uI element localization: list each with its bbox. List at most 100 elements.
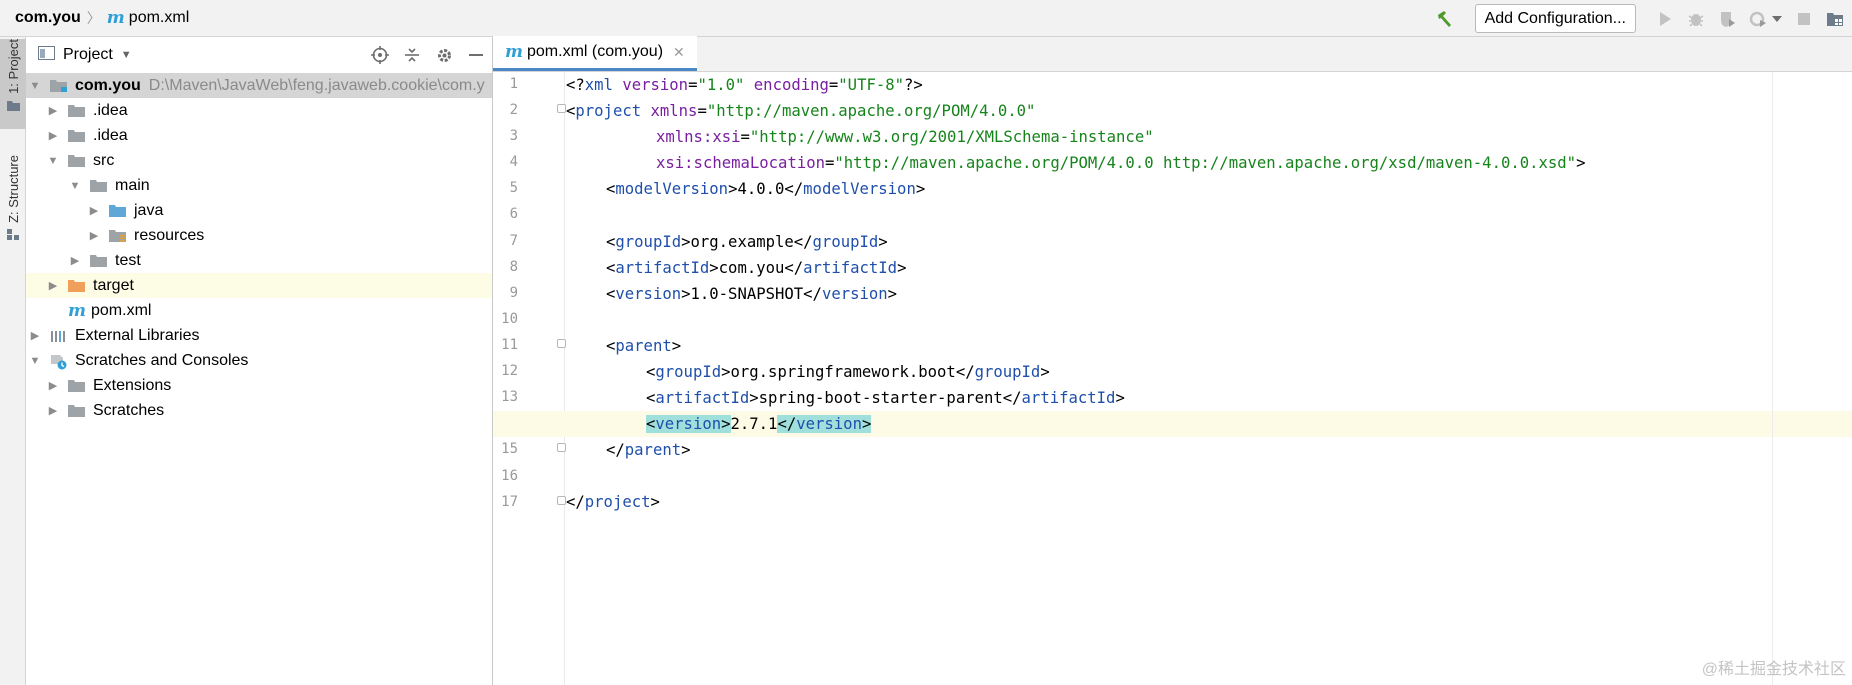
tree-item-label: Extensions [93, 376, 172, 394]
tree-item-resources[interactable]: ▶ resources [26, 223, 492, 248]
collapse-all-icon[interactable] [402, 45, 422, 65]
tree-item-pom-xml[interactable]: m pom.xml [26, 298, 492, 323]
line-number: 5 [509, 180, 518, 196]
code-area[interactable]: <?xml version="1.0" encoding="UTF-8"?> <… [493, 72, 1852, 685]
tree-item-label: pom.xml [91, 301, 152, 319]
collapsed-arrow-icon[interactable]: ▶ [46, 279, 60, 292]
code-line-9: <version>1.0-SNAPSHOT</version> [606, 285, 898, 303]
tree-item-extensions[interactable]: ▶ Extensions [26, 373, 492, 398]
tree-item-label: src [93, 151, 115, 169]
collapsed-arrow-icon[interactable]: ▶ [87, 229, 101, 242]
code-line-15: </parent> [606, 441, 691, 459]
structure-tool-tab-label: Z: Structure [5, 155, 21, 223]
tree-root-com-you[interactable]: ▼ com.you D:\Maven\JavaWeb\feng.javaweb.… [26, 73, 492, 98]
tree-item-idea[interactable]: ▶ .idea [26, 123, 492, 148]
tree-item-target[interactable]: ▶ target [26, 273, 492, 298]
tree-item-main[interactable]: ▼ main [26, 173, 492, 198]
code-line-5: <modelVersion>4.0.0</modelVersion> [606, 180, 926, 198]
line-number: 9 [509, 285, 518, 301]
expanded-arrow-icon[interactable]: ▼ [46, 155, 60, 167]
more-run-options-chevron-down-icon[interactable] [1772, 10, 1782, 28]
collapsed-arrow-icon[interactable]: ▶ [46, 129, 60, 142]
run-toolbar: Add Configuration... [1435, 0, 1852, 37]
collapsed-arrow-icon[interactable]: ▶ [46, 404, 60, 417]
profile-icon[interactable] [1749, 10, 1767, 28]
source-folder-icon [109, 204, 127, 218]
right-margin-guide [1772, 72, 1773, 685]
build-hammer-icon[interactable] [1435, 9, 1455, 29]
tree-item-external-libraries[interactable]: ▶ External Libraries [26, 323, 492, 348]
structure-icon [6, 227, 20, 240]
chevron-down-icon[interactable]: ▼ [121, 49, 132, 61]
tree-item-label: .idea [93, 101, 128, 119]
fold-end-marker-icon[interactable] [557, 496, 566, 505]
project-tool-tab[interactable]: 1: Project [0, 39, 26, 129]
tree-item-scratches[interactable]: ▶ Scratches [26, 398, 492, 423]
fold-end-marker-icon[interactable] [557, 443, 566, 452]
code-line-13: <artifactId>spring-boot-starter-parent</… [646, 389, 1125, 407]
project-structure-icon[interactable] [1826, 10, 1844, 28]
line-number: 10 [501, 311, 518, 327]
code-line-7: <groupId>org.example</groupId> [606, 233, 888, 251]
module-folder-icon [50, 79, 68, 93]
collapsed-arrow-icon[interactable]: ▶ [68, 254, 82, 267]
tree-item-label: target [93, 276, 134, 294]
minimize-icon[interactable] [466, 45, 486, 65]
code-line-1: <?xml version="1.0" encoding="UTF-8"?> [566, 76, 923, 94]
tree-item-java[interactable]: ▶ java [26, 198, 492, 223]
fold-marker-icon[interactable] [557, 104, 566, 113]
add-configuration-button[interactable]: Add Configuration... [1474, 4, 1636, 33]
line-number-gutter: 1 2 3 4 5 6 7 8 9 10 11 12 13 14 15 16 1… [493, 72, 566, 685]
tree-item-src[interactable]: ▼ src [26, 148, 492, 173]
line-number: 2 [509, 102, 518, 118]
breadcrumb-project[interactable]: com.you [15, 9, 81, 27]
folder-icon [68, 379, 86, 393]
tree-root-label: com.you [75, 76, 141, 94]
locate-target-icon[interactable] [370, 45, 390, 65]
tree-item-label: main [115, 176, 150, 194]
code-line-12: <groupId>org.springframework.boot</group… [646, 363, 1050, 381]
collapsed-arrow-icon[interactable]: ▶ [28, 329, 42, 342]
project-tool-tab-label: 1: Project [5, 39, 21, 94]
scratches-icon [50, 354, 68, 369]
code-line-8: <artifactId>com.you</artifactId> [606, 259, 907, 277]
tree-item-label: java [134, 201, 164, 219]
structure-tool-tab[interactable]: Z: Structure [0, 155, 26, 250]
tree-item-idea[interactable]: ▶ .idea [26, 98, 492, 123]
tree-item-label: External Libraries [75, 326, 200, 344]
editor-tab-pom-xml[interactable]: m pom.xml (com.you) ✕ [493, 36, 697, 71]
maven-file-icon: m [68, 300, 86, 321]
fold-marker-icon[interactable] [557, 339, 566, 348]
project-tree: ▼ com.you D:\Maven\JavaWeb\feng.javaweb.… [26, 73, 492, 423]
tree-item-label: .idea [93, 126, 128, 144]
close-icon[interactable]: ✕ [673, 44, 685, 61]
line-number: 1 [509, 76, 518, 92]
run-icon[interactable] [1656, 10, 1674, 28]
code-line-14: <version>2.7.1</version> [646, 415, 872, 433]
gear-icon[interactable] [434, 45, 454, 65]
code-line-17: </project> [566, 493, 660, 511]
expanded-arrow-icon[interactable]: ▼ [68, 180, 82, 192]
project-view-selector[interactable]: Project [63, 46, 113, 64]
tree-item-test[interactable]: ▶ test [26, 248, 492, 273]
expanded-arrow-icon[interactable]: ▼ [28, 355, 42, 367]
line-number: 8 [509, 259, 518, 275]
breadcrumb: com.you 〉 m pom.xml [0, 8, 189, 28]
folder-icon [68, 104, 86, 118]
excluded-folder-icon [68, 279, 86, 293]
folder-icon [68, 129, 86, 143]
breadcrumb-file[interactable]: pom.xml [129, 9, 189, 27]
watermark: @稀土掘金技术社区 [1701, 661, 1846, 678]
stop-icon[interactable] [1795, 10, 1813, 28]
collapsed-arrow-icon[interactable]: ▶ [46, 104, 60, 117]
collapsed-arrow-icon[interactable]: ▶ [46, 379, 60, 392]
resources-folder-icon [109, 229, 127, 243]
run-with-coverage-icon[interactable] [1718, 10, 1736, 28]
expanded-arrow-icon[interactable]: ▼ [28, 80, 42, 92]
tree-item-scratches-and-consoles[interactable]: ▼ Scratches and Consoles [26, 348, 492, 373]
line-number: 4 [509, 154, 518, 170]
breadcrumb-separator-icon: 〉 [86, 10, 101, 26]
line-number: 7 [509, 233, 518, 249]
collapsed-arrow-icon[interactable]: ▶ [87, 204, 101, 217]
debug-icon[interactable] [1687, 10, 1705, 28]
